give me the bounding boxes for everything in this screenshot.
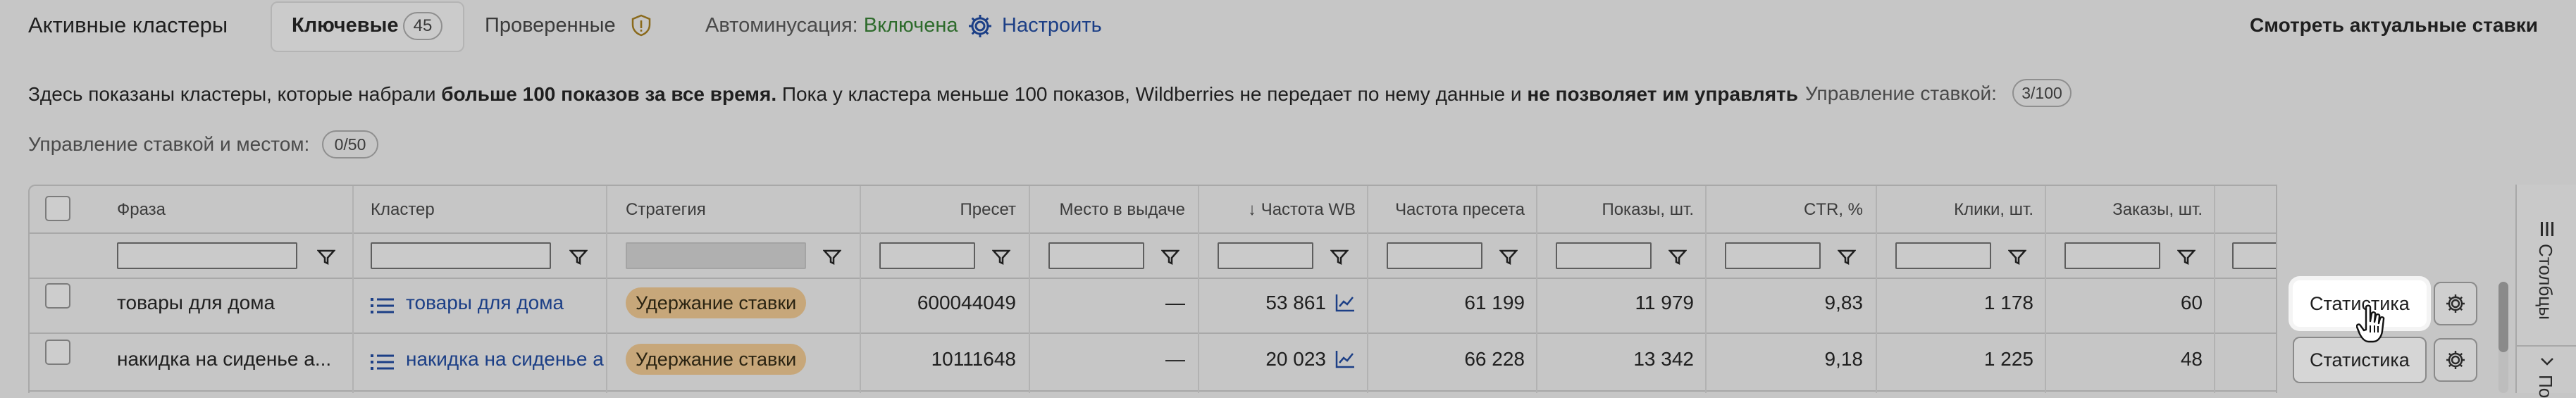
cluster-link[interactable]: накидка на сиденье авто [406,348,605,371]
trend-chart-icon[interactable] [1335,293,1356,313]
column-header-cluster[interactable]: Кластер [371,200,435,220]
side-panel-divider [2517,345,2576,347]
funnel-icon[interactable] [1161,248,1179,266]
cell-preset: 10111648 [931,348,1016,370]
cell-preset: 600044049 [917,292,1016,313]
trend-chart-icon[interactable] [1335,349,1356,369]
cell-ctr: 9,83 [1824,292,1864,313]
column-header-preset[interactable]: Пресет [861,200,1017,220]
cell-orders: 60 [2180,292,2203,313]
select-all-checkbox[interactable] [45,196,70,221]
cluster-link[interactable]: товары для дома [406,292,600,314]
cell-freq-wb: 20 023 [1265,348,1326,370]
cell-orders: 48 [2180,348,2203,370]
row-actions-column: Статистика Статистика [2276,185,2515,393]
info-text: Здесь показаны кластеры, которые набрали… [28,83,1798,106]
funnel-icon[interactable] [992,248,1010,266]
configure-link[interactable]: Настроить [1002,14,1102,37]
info-part3: Пока у кластера меньше 100 показов, Wild… [776,83,1528,105]
filter-impressions-input[interactable] [1556,242,1652,269]
tab-key-label: Ключевые [292,14,399,37]
chevron-down-icon [2541,358,2553,366]
rate-management-label: Управление ставкой: [1805,82,1997,104]
funnel-icon[interactable] [1499,248,1518,266]
tab-key-count-badge: 45 [403,12,442,40]
filter-clicks-input[interactable] [1895,242,1991,269]
funnel-icon[interactable] [317,248,335,266]
column-header-ctr[interactable]: CTR, % [1707,200,1863,220]
funnel-icon[interactable] [1838,248,1856,266]
cell-phrase: товары для дома [117,292,275,313]
gear-icon[interactable] [967,13,993,39]
view-current-rates-button[interactable]: Смотреть актуальные ставки [2250,14,2538,37]
cell-freq-preset: 61 199 [1464,292,1525,313]
cell-phrase: накидка на сиденье а... [117,348,332,370]
rate-place-management-label: Управление ставкой и местом: [28,133,310,155]
info-part1: Здесь показаны кластеры, которые набрали [28,83,442,105]
cell-ctr: 9,18 [1824,348,1864,370]
cell-place: — [1165,348,1185,370]
column-header-freq-wb[interactable]: ↓ Частота WB [1199,200,1356,220]
columns-icon [2541,222,2553,236]
rate-place-management-count: 0/50 [322,130,378,158]
filter-strategy-select[interactable] [626,242,806,269]
funnel-icon[interactable] [823,248,841,266]
column-divider[interactable] [2214,186,2215,393]
autominus-label: Автоминусация: [705,14,864,37]
side-tab-filters[interactable]: По [2534,375,2556,398]
side-panel: Столбцы По [2515,185,2576,398]
filter-ctr-input[interactable] [1725,242,1821,269]
gear-icon [2446,351,2465,369]
autominus-status: Автоминусация: Включена [705,14,958,37]
filter-orders-input[interactable] [2064,242,2160,269]
row-checkbox[interactable] [45,340,70,365]
row-checkbox[interactable] [45,283,70,309]
cell-clicks: 1 225 [1983,348,2033,370]
autominus-value: Включена [863,14,958,37]
row-settings-button[interactable] [2434,282,2477,325]
info-part4: не позволяет им управлять [1527,83,1798,105]
strategy-badge[interactable]: Удержание ставки [626,344,807,375]
hand-cursor-icon [2356,304,2385,343]
column-header-strategy[interactable]: Стратегия [626,200,706,220]
cell-impressions: 13 342 [1633,348,1694,370]
column-header-orders[interactable]: Заказы, шт. [2046,200,2203,220]
filter-freq-preset-input[interactable] [1387,242,1482,269]
funnel-icon[interactable] [2008,248,2026,266]
funnel-icon[interactable] [1330,248,1349,266]
column-header-phrase[interactable]: Фраза [117,200,166,220]
list-icon [371,298,394,313]
filter-phrase-input[interactable] [117,242,297,269]
column-header-freq-preset[interactable]: Частота пресета [1368,200,1525,220]
side-tab-columns[interactable]: Столбцы [2534,244,2556,320]
row-settings-button[interactable] [2434,338,2477,382]
list-icon [371,354,394,370]
column-divider[interactable] [352,186,354,393]
cell-place: — [1165,292,1185,313]
page-title: Активные кластеры [28,13,228,37]
funnel-icon[interactable] [569,248,588,266]
filter-place-input[interactable] [1048,242,1144,269]
cell-freq-preset: 66 228 [1464,348,1525,370]
filter-preset-input[interactable] [879,242,975,269]
column-header-clicks[interactable]: Клики, шт. [1877,200,2033,220]
cell-impressions: 11 979 [1635,292,1694,313]
filter-freq-wb-input[interactable] [1218,242,1313,269]
rate-management-count: 3/100 [2012,79,2072,107]
column-header-place[interactable]: Место в выдаче [1030,200,1185,220]
filter-cluster-input[interactable] [371,242,551,269]
funnel-icon[interactable] [1668,248,1687,266]
cell-freq-wb: 53 861 [1265,292,1326,313]
column-divider[interactable] [606,186,607,393]
strategy-badge[interactable]: Удержание ставки [626,287,807,318]
tab-verified[interactable]: Проверенные [485,14,616,37]
cell-clicks: 1 178 [1983,292,2033,313]
shield-warning-icon [631,14,651,37]
gear-icon [2446,294,2465,313]
info-part2: больше 100 показов за все время. [441,83,777,105]
clusters-table: Фраза Кластер Стратегия Пресет Место в в… [28,185,2551,393]
column-header-impressions[interactable]: Показы, шт. [1537,200,1694,220]
scrollbar-thumb[interactable] [2498,282,2508,352]
funnel-icon[interactable] [2177,248,2196,266]
